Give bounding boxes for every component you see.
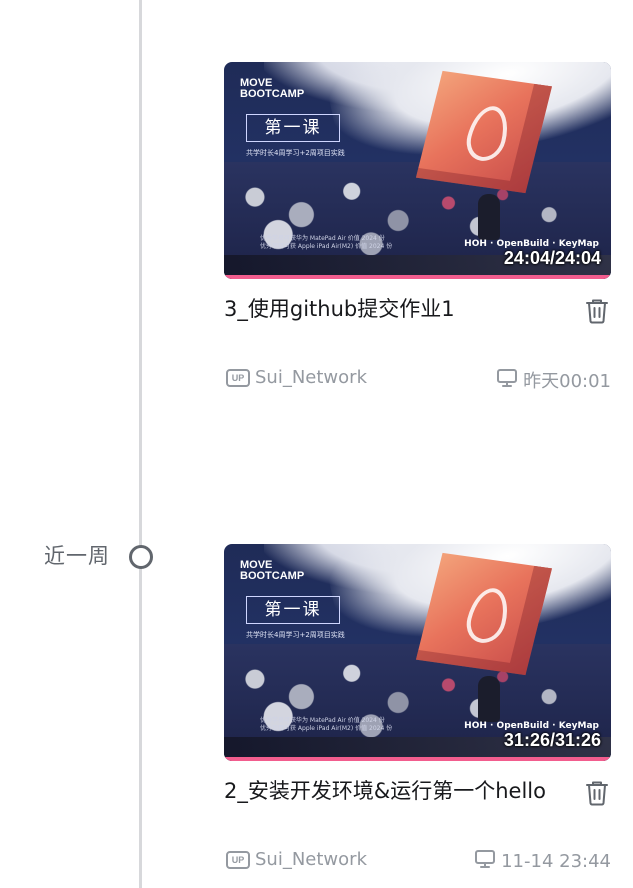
video-duration: 24:04/24:04 [503,248,601,268]
sui-logo [462,585,514,646]
sui-logo [462,103,514,164]
thumbnail-course-subtitle: 共学时长4周学习+2周项目实践 [246,631,345,639]
thumbnail-course-label: 第一课 [246,596,340,624]
watch-time: 昨天00:01 [523,371,611,392]
timeline-group-label: 近一周 [44,544,110,568]
thumbnail-course-subtitle: 共学时长4周学习+2周项目实践 [246,149,345,157]
video-title[interactable]: 2_安装开发环境&运行第一个hello [224,776,564,806]
up-icon: UP [226,368,250,387]
thumbnail-brand: MOVE BOOTCAMP [240,559,305,582]
watch-progress-bar [224,275,611,279]
history-video-card[interactable]: MOVE BOOTCAMP 第一课 共学时长4周学习+2周项目实践 优秀学员可获… [224,62,611,392]
thumbnail-brand: MOVE BOOTCAMP [240,77,305,100]
watch-progress-bar [224,757,611,761]
video-title[interactable]: 3_使用github提交作业1 [224,294,564,324]
video-thumbnail[interactable]: MOVE BOOTCAMP 第一课 共学时长4周学习+2周项目实践 优秀学员可获… [224,544,611,761]
delete-icon[interactable] [585,780,609,806]
history-video-card[interactable]: MOVE BOOTCAMP 第一课 共学时长4周学习+2周项目实践 优秀学员可获… [224,544,611,872]
video-thumbnail[interactable]: MOVE BOOTCAMP 第一课 共学时长4周学习+2周项目实践 优秀学员可获… [224,62,611,279]
watch-time: 11-14 23:44 [501,851,611,872]
delete-icon[interactable] [585,298,609,324]
astronaut-figure [478,676,500,722]
thumbnail-course-label: 第一课 [246,114,340,142]
uploader-info[interactable]: UP Sui_Network [226,849,367,870]
thumbnail-sponsor-text: 优秀学员可获华为 MatePad Air 价值 2024 份 优秀项目可获 Ap… [260,717,393,732]
monitor-icon [474,849,496,874]
astronaut-figure [478,194,500,240]
timeline-line [139,0,142,888]
monitor-icon [496,368,518,393]
thumbnail-sponsor-text: 优秀学员可获华为 MatePad Air 价值 2024 份 优秀项目可获 Ap… [260,235,393,250]
watch-time-info: 昨天00:01 [496,367,611,393]
uploader-info[interactable]: UP Sui_Network [226,367,367,388]
timeline-dot [129,545,153,569]
up-icon: UP [226,850,250,869]
watch-time-info: 11-14 23:44 [474,849,611,874]
uploader-name[interactable]: Sui_Network [255,849,367,870]
video-duration: 31:26/31:26 [503,730,601,750]
uploader-name[interactable]: Sui_Network [255,367,367,388]
